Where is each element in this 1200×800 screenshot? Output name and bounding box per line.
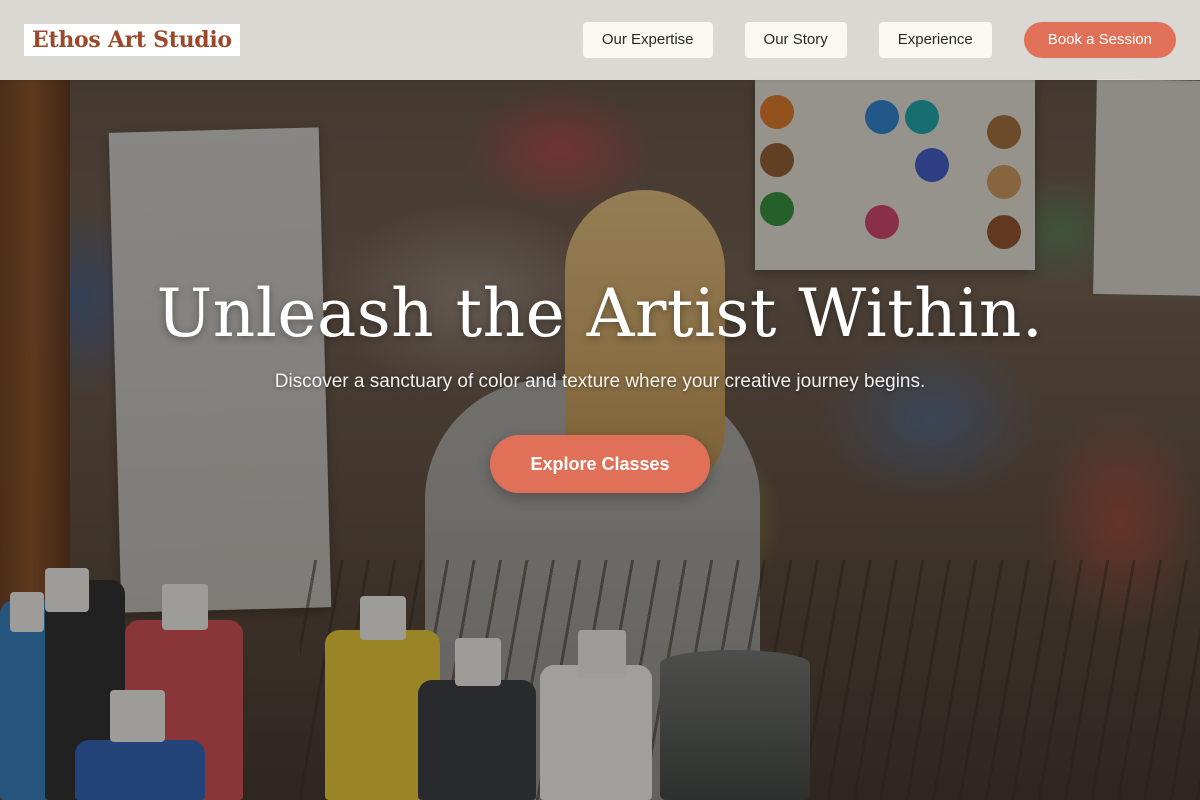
nav-link-our-expertise[interactable]: Our Expertise <box>582 22 713 58</box>
hero-section: Ethos Art Studio Our Expertise Our Story… <box>0 0 1200 800</box>
book-session-button[interactable]: Book a Session <box>1023 22 1176 58</box>
nav-link-experience[interactable]: Experience <box>878 22 992 58</box>
main-nav: Our Expertise Our Story Experience Book … <box>551 22 1176 58</box>
nav-link-our-story[interactable]: Our Story <box>744 22 847 58</box>
hero-content: Unleash the Artist Within. Discover a sa… <box>0 270 1200 493</box>
hero-title: Unleash the Artist Within. <box>156 275 1044 352</box>
site-logo[interactable]: Ethos Art Studio <box>24 24 240 56</box>
hero-subtitle: Discover a sanctuary of color and textur… <box>274 371 926 392</box>
explore-classes-button[interactable]: Explore Classes <box>490 435 710 493</box>
site-header: Ethos Art Studio Our Expertise Our Story… <box>0 0 1200 80</box>
